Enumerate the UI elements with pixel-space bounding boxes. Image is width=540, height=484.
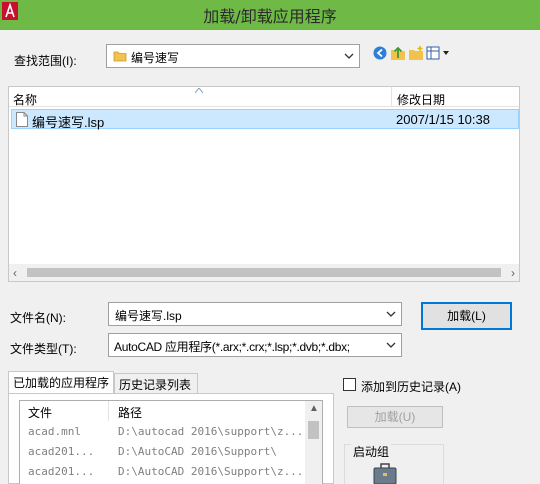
file-modified: 2007/1/15 10:38 <box>396 112 490 127</box>
filename-value: 编号速写.lsp <box>115 309 182 323</box>
chevron-down-icon[interactable] <box>385 307 397 321</box>
add-to-history-label: 添加到历史记录(A) <box>361 380 461 394</box>
filetype-value: AutoCAD 应用程序(*.arx;*.crx;*.lsp;*.dvb;*.d… <box>114 340 350 354</box>
loaded-applications-list[interactable]: 文件 路径 acad.mnl D:\autocad 2016\support\z… <box>19 400 323 484</box>
briefcase-icon[interactable] <box>373 463 397 484</box>
vertical-scrollbar[interactable]: ▲ <box>305 401 322 484</box>
loaded-file[interactable]: acad201... <box>28 465 94 478</box>
startup-suite-group: 启动组 <box>344 443 444 484</box>
column-divider[interactable] <box>391 87 392 107</box>
chevron-down-icon[interactable] <box>343 49 355 63</box>
loaded-path[interactable]: D:\autocad 2016\support\z... <box>118 425 303 438</box>
loaded-path[interactable]: D:\AutoCAD 2016\Support\z... <box>118 465 303 478</box>
load-button[interactable]: 加载(L) <box>421 302 512 330</box>
horizontal-scrollbar[interactable]: ‹ › <box>9 264 519 281</box>
filename-combo[interactable]: 编号速写.lsp <box>108 302 402 326</box>
file-icon <box>16 112 28 127</box>
loaded-path[interactable]: D:\AutoCAD 2016\Support\ <box>118 445 277 458</box>
scroll-thumb[interactable] <box>27 268 501 277</box>
scroll-left-icon[interactable]: ‹ <box>13 266 17 280</box>
new-folder-icon[interactable] <box>408 45 424 61</box>
file-row[interactable]: 编号速写.lsp 2007/1/15 10:38 <box>11 109 519 130</box>
loaded-file[interactable]: acad201... <box>28 445 94 458</box>
unload-button[interactable]: 加载(U) <box>347 406 443 428</box>
folder-icon <box>113 51 127 62</box>
file-list-header: 名称 修改日期 <box>9 87 519 107</box>
tab-loaded-applications[interactable]: 已加载的应用程序 <box>8 371 114 394</box>
loaded-file[interactable]: acad.mnl <box>28 425 81 438</box>
column-path[interactable]: 路径 <box>118 404 142 421</box>
file-name: 编号速写.lsp <box>32 115 105 130</box>
up-folder-icon[interactable] <box>390 45 406 61</box>
lookin-value: 编号速写 <box>131 51 180 65</box>
scroll-thumb[interactable] <box>308 421 319 439</box>
filetype-label: 文件类型(T): <box>10 342 77 356</box>
file-list[interactable]: 名称 修改日期 编号速写.lsp 2007/1/15 10:38 ‹ › <box>8 86 520 282</box>
lookin-combo[interactable]: 编号速写 <box>106 44 360 68</box>
back-icon[interactable] <box>372 45 388 61</box>
scroll-right-icon[interactable]: › <box>511 266 515 280</box>
lookin-label: 查找范围(I): <box>14 54 77 68</box>
column-divider[interactable] <box>108 401 109 421</box>
window-title: 加载/卸载应用程序 <box>203 7 337 26</box>
column-file[interactable]: 文件 <box>28 404 52 421</box>
title-bar[interactable]: 加载/卸载应用程序 <box>0 0 540 30</box>
filetype-combo[interactable]: AutoCAD 应用程序(*.arx;*.crx;*.lsp;*.dvb;*.d… <box>108 333 402 357</box>
views-menu-icon[interactable] <box>426 45 450 61</box>
column-name[interactable]: 名称 <box>13 91 37 108</box>
sort-ascending-icon <box>195 88 203 93</box>
startup-suite-label: 启动组 <box>351 443 392 460</box>
loaded-applications-panel: 文件 路径 acad.mnl D:\autocad 2016\support\z… <box>8 393 334 484</box>
chevron-down-icon[interactable] <box>385 338 397 352</box>
add-to-history-checkbox[interactable] <box>343 378 356 391</box>
tab-history-list[interactable]: 历史记录列表 <box>114 373 198 393</box>
scroll-up-icon[interactable]: ▲ <box>309 403 319 414</box>
column-modified[interactable]: 修改日期 <box>397 91 445 108</box>
filename-label: 文件名(N): <box>10 311 66 325</box>
